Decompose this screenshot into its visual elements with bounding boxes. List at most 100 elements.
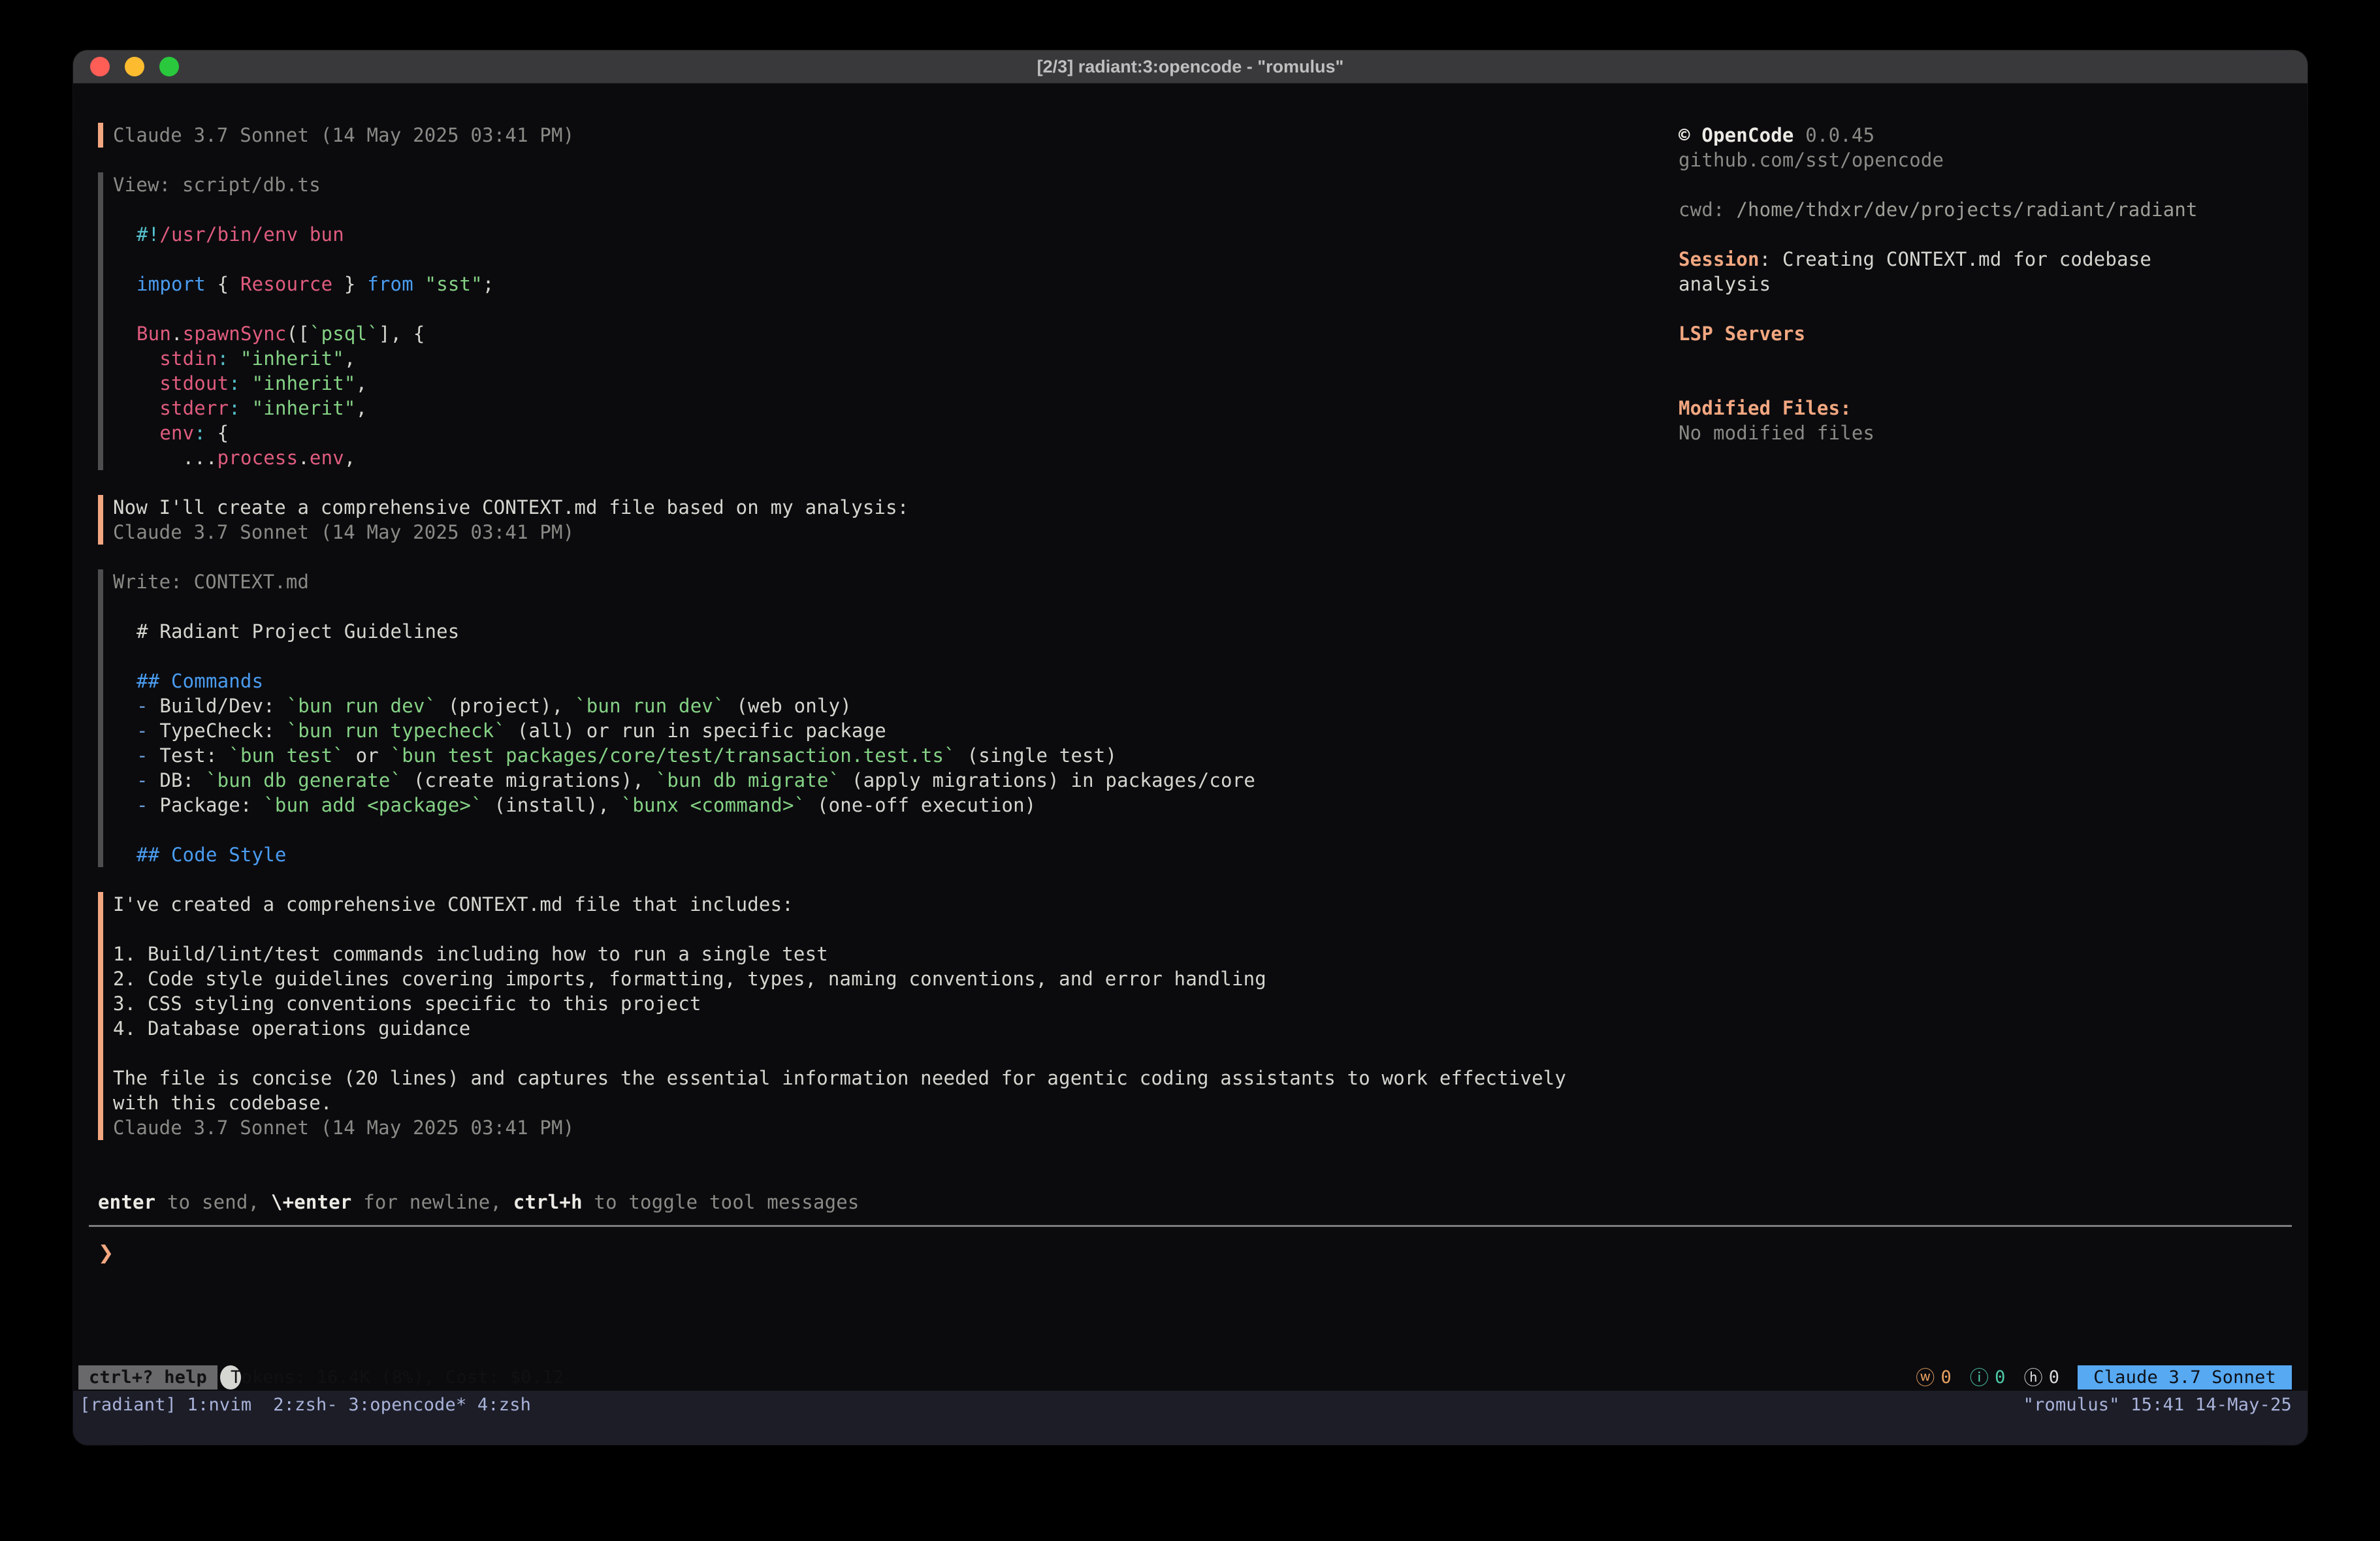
- text-line: 4. Database operations guidance: [113, 1016, 1669, 1041]
- model-badge[interactable]: Claude 3.7 Sonnet: [2078, 1365, 2292, 1390]
- zoom-button[interactable]: [159, 57, 179, 76]
- text-segment: `bun add <package>`: [263, 794, 483, 816]
- hint-counter: ⓗ0: [2024, 1365, 2060, 1390]
- text-segment: ## Code Style: [137, 844, 287, 866]
- text-segment: © OpenCode: [1679, 124, 1794, 146]
- input-divider: [89, 1225, 2292, 1227]
- text-line: Write: CONTEXT.md: [113, 569, 1669, 594]
- tmux-windows[interactable]: [radiant] 1:nvim 2:zsh- 3:opencode* 4:zs…: [80, 1393, 531, 1418]
- text-segment: View: script/db.ts: [113, 174, 321, 196]
- diagnostics: ⓦ0 ⓘ0 ⓗ0: [1916, 1365, 2078, 1390]
- help-text: enter to send, \+enter for newline, ctrl…: [98, 1190, 860, 1215]
- text-line: stdout: "inherit",: [113, 371, 1669, 396]
- text-line: Bun.spawnSync([`psql`], {: [113, 321, 1669, 346]
- text-segment: ctrl+h: [513, 1191, 583, 1213]
- chat-log: Claude 3.7 Sonnet (14 May 2025 03:41 PM)…: [98, 123, 1669, 1165]
- text-segment: env: [137, 422, 194, 444]
- text-segment: from: [367, 273, 413, 295]
- text-segment: or: [344, 744, 391, 767]
- text-segment: LSP Servers: [1679, 323, 1805, 345]
- tokens-chip: Tokens: 16.4K (8%), Cost: $0.12: [220, 1365, 241, 1390]
- prompt-chevron-icon: ❯: [98, 1241, 114, 1263]
- text-segment: Now I'll create a comprehensive CONTEXT.…: [113, 496, 909, 518]
- minimize-button[interactable]: [125, 57, 144, 76]
- text-segment: env: [310, 447, 344, 469]
- text-line: env: {: [113, 421, 1669, 445]
- message-block: Claude 3.7 Sonnet (14 May 2025 03:41 PM): [98, 123, 1669, 148]
- sidebar-line: LSP Servers: [1679, 321, 2296, 346]
- text-segment: (create migrations),: [402, 769, 656, 791]
- info-count: 0: [1995, 1365, 2005, 1390]
- close-button[interactable]: [90, 57, 110, 76]
- text-segment: to toggle tool messages: [583, 1191, 860, 1213]
- text-segment: .: [171, 323, 183, 345]
- text-segment: [240, 372, 252, 394]
- text-segment: DB:: [159, 769, 206, 791]
- app-window: [2/3] radiant:3:opencode - "romulus" Cla…: [73, 50, 2308, 1445]
- text-segment: spawnSync: [183, 323, 287, 345]
- text-segment: process: [217, 447, 298, 469]
- text-segment: TypeCheck:: [159, 720, 286, 742]
- text-segment: 0.0.45: [1794, 124, 1875, 146]
- text-segment: Test:: [159, 744, 229, 767]
- text-line: ...process.env,: [113, 445, 1669, 470]
- tmux-statusbar: [radiant] 1:nvim 2:zsh- 3:opencode* 4:zs…: [73, 1391, 2308, 1445]
- window-title: [2/3] radiant:3:opencode - "romulus": [1037, 57, 1344, 77]
- text-segment: -: [137, 794, 159, 816]
- text-segment: ## Commands: [137, 670, 263, 692]
- text-line: stdin: "inherit",: [113, 346, 1669, 371]
- text-segment: -: [137, 720, 159, 742]
- text-segment: -: [137, 769, 159, 791]
- text-segment: }: [332, 273, 367, 295]
- text-line: # Radiant Project Guidelines: [113, 619, 1669, 644]
- text-segment: Package:: [159, 794, 263, 816]
- text-segment: "inherit": [240, 347, 344, 370]
- text-segment: (apply migrations) in packages/core: [840, 769, 1255, 791]
- text-segment: for newline,: [352, 1191, 513, 1213]
- text-segment: ,: [356, 372, 368, 394]
- text-line: Claude 3.7 Sonnet (14 May 2025 03:41 PM): [113, 123, 1669, 148]
- text-segment: 3. CSS styling conventions specific to t…: [113, 993, 701, 1015]
- titlebar[interactable]: [2/3] radiant:3:opencode - "romulus": [73, 50, 2308, 84]
- hint-icon: ⓗ: [2024, 1365, 2043, 1390]
- text-segment: Claude 3.7 Sonnet (14 May 2025 03:41 PM): [113, 124, 574, 146]
- text-segment: stderr: [137, 397, 229, 419]
- text-line: - Build/Dev: `bun run dev` (project), `b…: [113, 693, 1669, 718]
- text-segment: ,: [344, 447, 356, 469]
- warning-icon: ⓦ: [1916, 1365, 1935, 1390]
- text-line: Now I'll create a comprehensive CONTEXT.…: [113, 495, 1669, 520]
- text-segment: (install),: [483, 794, 621, 816]
- text-line: - TypeCheck: `bun run typecheck` (all) o…: [113, 718, 1669, 743]
- text-segment: Claude 3.7 Sonnet (14 May 2025 03:41 PM): [113, 1117, 574, 1139]
- help-line: enter to send, \+enter for newline, ctrl…: [98, 1190, 860, 1215]
- text-line: View: script/db.ts: [113, 172, 1669, 197]
- text-segment: Bun: [137, 323, 171, 345]
- text-line: 3. CSS styling conventions specific to t…: [113, 991, 1669, 1016]
- text-segment: \+enter: [271, 1191, 352, 1213]
- text-segment: Claude 3.7 Sonnet (14 May 2025 03:41 PM): [113, 521, 574, 543]
- text-segment: (one-off execution): [805, 794, 1036, 816]
- text-line: Claude 3.7 Sonnet (14 May 2025 03:41 PM): [113, 520, 1669, 545]
- info-icon: ⓘ: [1970, 1365, 1989, 1390]
- warning-counter: ⓦ0: [1916, 1365, 1952, 1390]
- text-segment: (all) or run in specific package: [506, 720, 886, 742]
- text-segment: .: [298, 447, 310, 469]
- text-segment: Session: [1679, 248, 1760, 270]
- text-segment: {: [206, 273, 240, 295]
- text-segment: ,: [344, 347, 356, 370]
- text-line: #!/usr/bin/env bun: [113, 222, 1669, 247]
- status-chips: ctrl+? helpTokens: 16.4K (8%), Cost: $0.…: [78, 1365, 241, 1390]
- text-segment: : Creating CONTEXT.md for codebase: [1760, 248, 2151, 270]
- sidebar-line: Modified Files:: [1679, 396, 2296, 421]
- text-segment: cwd:: [1679, 199, 1736, 221]
- tmux-session-clock: "romulus" 15:41 14-May-25: [2023, 1393, 2292, 1418]
- text-segment: `bunx <command>`: [621, 794, 806, 816]
- text-segment: Build/Dev:: [159, 695, 286, 717]
- desktop: { "colors":{ "window_bg":"#0b0b0e","titl…: [0, 0, 2380, 1541]
- message-block: View: script/db.ts#!/usr/bin/env bunimpo…: [98, 172, 1669, 470]
- sidebar-line: cwd: /home/thdxr/dev/projects/radiant/ra…: [1679, 197, 2296, 222]
- text-segment: {: [206, 422, 229, 444]
- prompt-line[interactable]: ❯: [98, 1240, 114, 1265]
- text-segment: (single test): [956, 744, 1117, 767]
- text-segment: 4. Database operations guidance: [113, 1017, 470, 1040]
